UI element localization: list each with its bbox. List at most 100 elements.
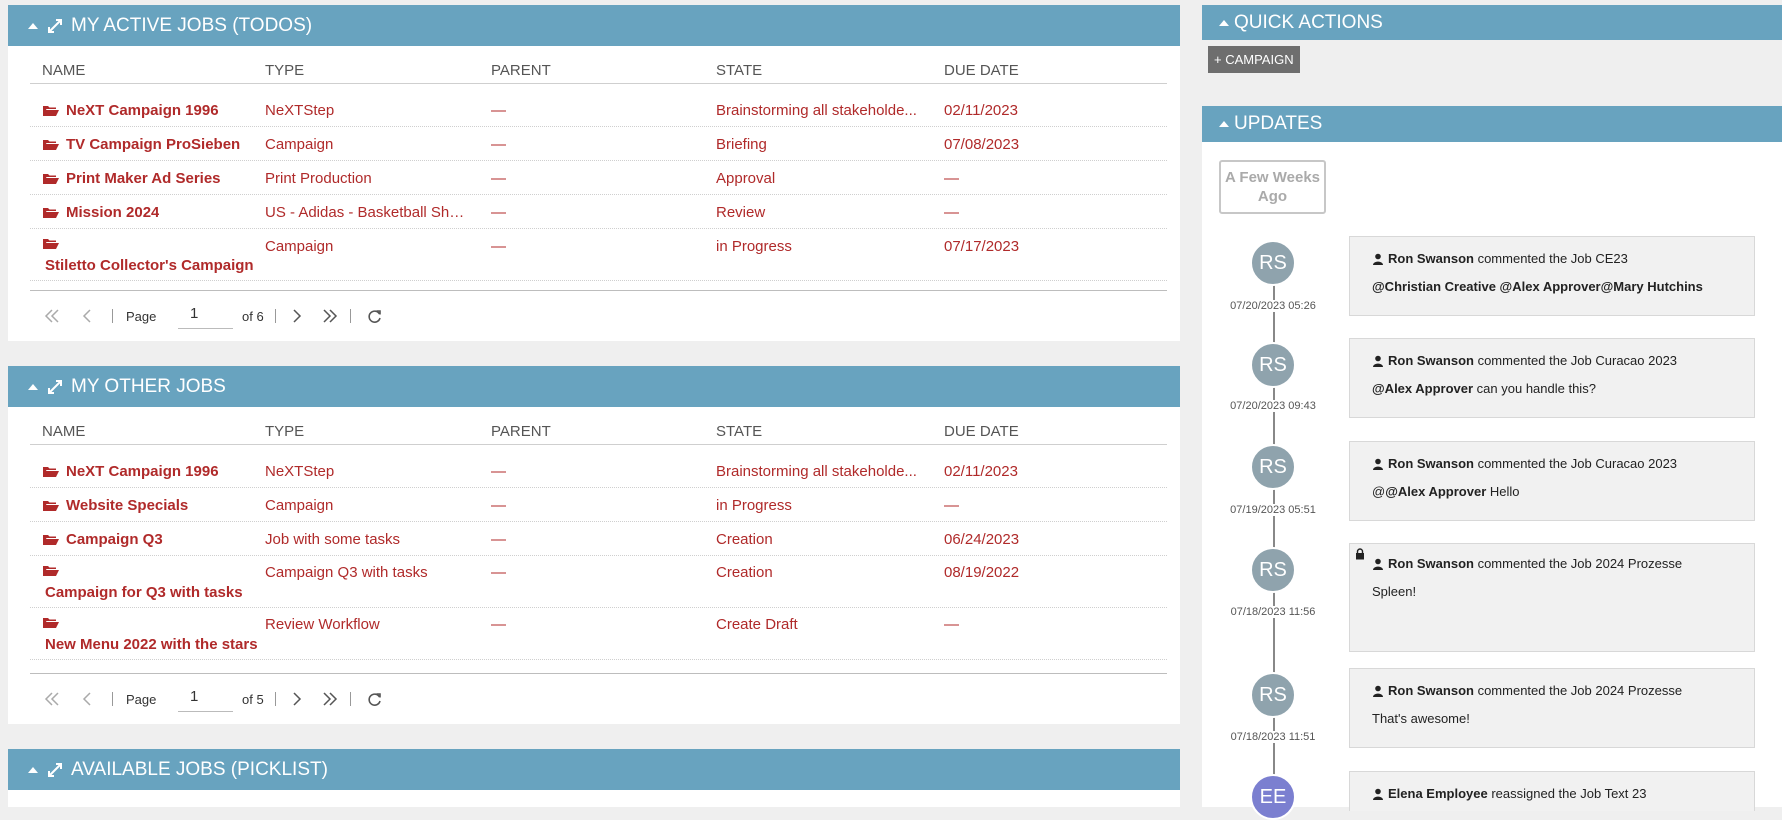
add-campaign-button[interactable]: + CAMPAIGN	[1208, 46, 1300, 73]
active-jobs-pager: Page 1 of 6	[30, 290, 1167, 341]
collapse-caret-icon[interactable]	[28, 22, 38, 29]
update-card[interactable]: Elena Employee reassigned the Job Text 2…	[1349, 771, 1755, 811]
job-name-link[interactable]: New Menu 2022 with the stars	[45, 636, 258, 653]
update-card[interactable]: Ron Swanson commented the Job Curacao 20…	[1349, 441, 1755, 521]
job-parent: —	[491, 170, 506, 187]
job-name-link[interactable]: TV Campaign ProSieben	[42, 136, 240, 153]
previous-page-icon[interactable]	[82, 291, 92, 341]
refresh-icon[interactable]	[367, 291, 382, 341]
job-state: in Progress	[716, 238, 792, 255]
first-page-icon[interactable]	[44, 674, 60, 724]
last-page-icon[interactable]	[322, 291, 338, 341]
page-label: Page	[126, 308, 157, 324]
column-header-state[interactable]: STATE	[716, 423, 762, 440]
job-name-link[interactable]: NeXT Campaign 1996	[42, 102, 219, 119]
job-name-link[interactable]: Print Maker Ad Series	[42, 170, 221, 187]
job-name-link[interactable]: Mission 2024	[42, 204, 159, 221]
quick-actions-header[interactable]: QUICK ACTIONS	[1202, 5, 1782, 40]
update-user[interactable]: Ron Swanson	[1388, 251, 1474, 266]
table-row[interactable]: Print Maker Ad Series Print Production —…	[30, 161, 1167, 195]
table-row[interactable]: Campaign for Q3 with tasks Campaign Q3 w…	[30, 556, 1167, 608]
page-count: of 5	[242, 691, 264, 707]
table-row[interactable]: NeXT Campaign 1996 NeXTStep — Brainstorm…	[30, 454, 1167, 488]
job-parent: —	[491, 564, 506, 581]
update-card[interactable]: Ron Swanson commented the Job 2024 Proze…	[1349, 543, 1755, 652]
update-timestamp: 07/18/2023 11:56	[1227, 606, 1319, 618]
job-name-link[interactable]: Stiletto Collector's Campaign	[45, 257, 254, 274]
pager-divider	[275, 692, 276, 706]
column-header-name[interactable]: NAME	[42, 423, 85, 440]
collapse-caret-icon[interactable]	[28, 383, 38, 390]
updates-header[interactable]: UPDATES	[1202, 106, 1782, 142]
pager-divider	[350, 692, 351, 706]
next-page-icon[interactable]	[292, 674, 302, 724]
update-action: reassigned the Job Text 23	[1491, 786, 1647, 801]
update-card[interactable]: Ron Swanson commented the Job CE23 @Chri…	[1349, 236, 1755, 316]
page-number-input[interactable]: 1	[178, 303, 233, 329]
collapse-caret-icon[interactable]	[1219, 121, 1229, 127]
job-type: Print Production	[265, 170, 372, 187]
time-group-label: A Few Weeks Ago	[1219, 160, 1326, 214]
collapse-caret-icon[interactable]	[1219, 19, 1229, 26]
column-header-due-date[interactable]: DUE DATE	[944, 423, 1019, 440]
active-jobs-header[interactable]: MY ACTIVE JOBS (TODOS)	[8, 5, 1180, 46]
update-action: commented the Job 2024 Prozesse	[1477, 556, 1683, 571]
first-page-icon[interactable]	[44, 291, 60, 341]
column-header-due-date[interactable]: DUE DATE	[944, 62, 1019, 79]
column-header-parent[interactable]: PARENT	[491, 62, 551, 79]
update-action: commented the Job CE23	[1477, 251, 1628, 266]
job-due-date: 02/11/2023	[944, 102, 1018, 119]
collapse-caret-icon[interactable]	[28, 766, 38, 773]
column-header-name[interactable]: NAME	[42, 62, 85, 79]
expand-icon[interactable]	[47, 379, 63, 395]
update-user[interactable]: Ron Swanson	[1388, 556, 1474, 571]
column-header-type[interactable]: TYPE	[265, 62, 304, 79]
update-card[interactable]: Ron Swanson commented the Job 2024 Proze…	[1349, 668, 1755, 748]
update-user[interactable]: Ron Swanson	[1388, 683, 1474, 698]
pager-divider	[112, 309, 113, 323]
expand-icon[interactable]	[47, 18, 63, 34]
refresh-icon[interactable]	[367, 674, 382, 724]
job-due-date: —	[944, 204, 959, 221]
update-user[interactable]: Elena Employee	[1388, 786, 1488, 801]
last-page-icon[interactable]	[322, 674, 338, 724]
update-card[interactable]: Ron Swanson commented the Job Curacao 20…	[1349, 338, 1755, 418]
page-number-input[interactable]: 1	[178, 686, 233, 712]
job-name-link[interactable]: NeXT Campaign 1996	[42, 463, 219, 480]
update-action: commented the Job 2024 Prozesse	[1477, 683, 1683, 698]
available-jobs-header[interactable]: AVAILABLE JOBS (PICKLIST)	[8, 749, 1180, 790]
update-user[interactable]: Ron Swanson	[1388, 456, 1474, 471]
table-row[interactable]: Website Specials Campaign — in Progress …	[30, 488, 1167, 522]
avatar: RS	[1250, 672, 1296, 718]
previous-page-icon[interactable]	[82, 674, 92, 724]
update-timestamp: 07/18/2023 11:51	[1227, 731, 1319, 743]
update-user[interactable]: Ron Swanson	[1388, 353, 1474, 368]
other-jobs-header[interactable]: MY OTHER JOBS	[8, 366, 1180, 407]
table-row[interactable]: NeXT Campaign 1996 NeXTStep — Brainstorm…	[30, 93, 1167, 127]
job-due-date: 07/08/2023	[944, 136, 1020, 153]
expand-icon[interactable]	[47, 762, 63, 778]
update-message: @@Alex Approver Hello	[1372, 484, 1520, 499]
panel-title: MY ACTIVE JOBS (TODOS)	[71, 14, 313, 36]
job-name-link[interactable]: Website Specials	[42, 497, 188, 514]
folder-icon	[42, 138, 60, 151]
table-row[interactable]: TV Campaign ProSieben Campaign — Briefin…	[30, 127, 1167, 161]
next-page-icon[interactable]	[292, 291, 302, 341]
updates-panel: UPDATES A Few Weeks Ago RS 07/20/2023 05…	[1202, 106, 1782, 820]
job-state: Brainstorming all stakeholde...	[716, 463, 917, 480]
table-row[interactable]: Stiletto Collector's Campaign Campaign —…	[30, 229, 1167, 281]
panel-title: AVAILABLE JOBS (PICKLIST)	[71, 758, 328, 780]
column-header-state[interactable]: STATE	[716, 62, 762, 79]
table-row[interactable]: New Menu 2022 with the stars Review Work…	[30, 608, 1167, 660]
table-row[interactable]: Campaign Q3 Job with some tasks — Creati…	[30, 522, 1167, 556]
job-name-link[interactable]: Campaign for Q3 with tasks	[45, 584, 243, 601]
column-header-type[interactable]: TYPE	[265, 423, 304, 440]
job-parent: —	[491, 136, 506, 153]
column-header-parent[interactable]: PARENT	[491, 423, 551, 440]
job-due-date: —	[944, 616, 959, 633]
update-message: Spleen!	[1372, 584, 1417, 599]
job-name-link[interactable]: Campaign Q3	[42, 531, 163, 548]
grid-header: NAME TYPE PARENT STATE DUE DATE	[30, 407, 1167, 445]
update-message: @Christian Creative @Alex Approver@Mary …	[1372, 279, 1703, 294]
table-row[interactable]: Mission 2024 US - Adidas - Basketball Sh…	[30, 195, 1167, 229]
